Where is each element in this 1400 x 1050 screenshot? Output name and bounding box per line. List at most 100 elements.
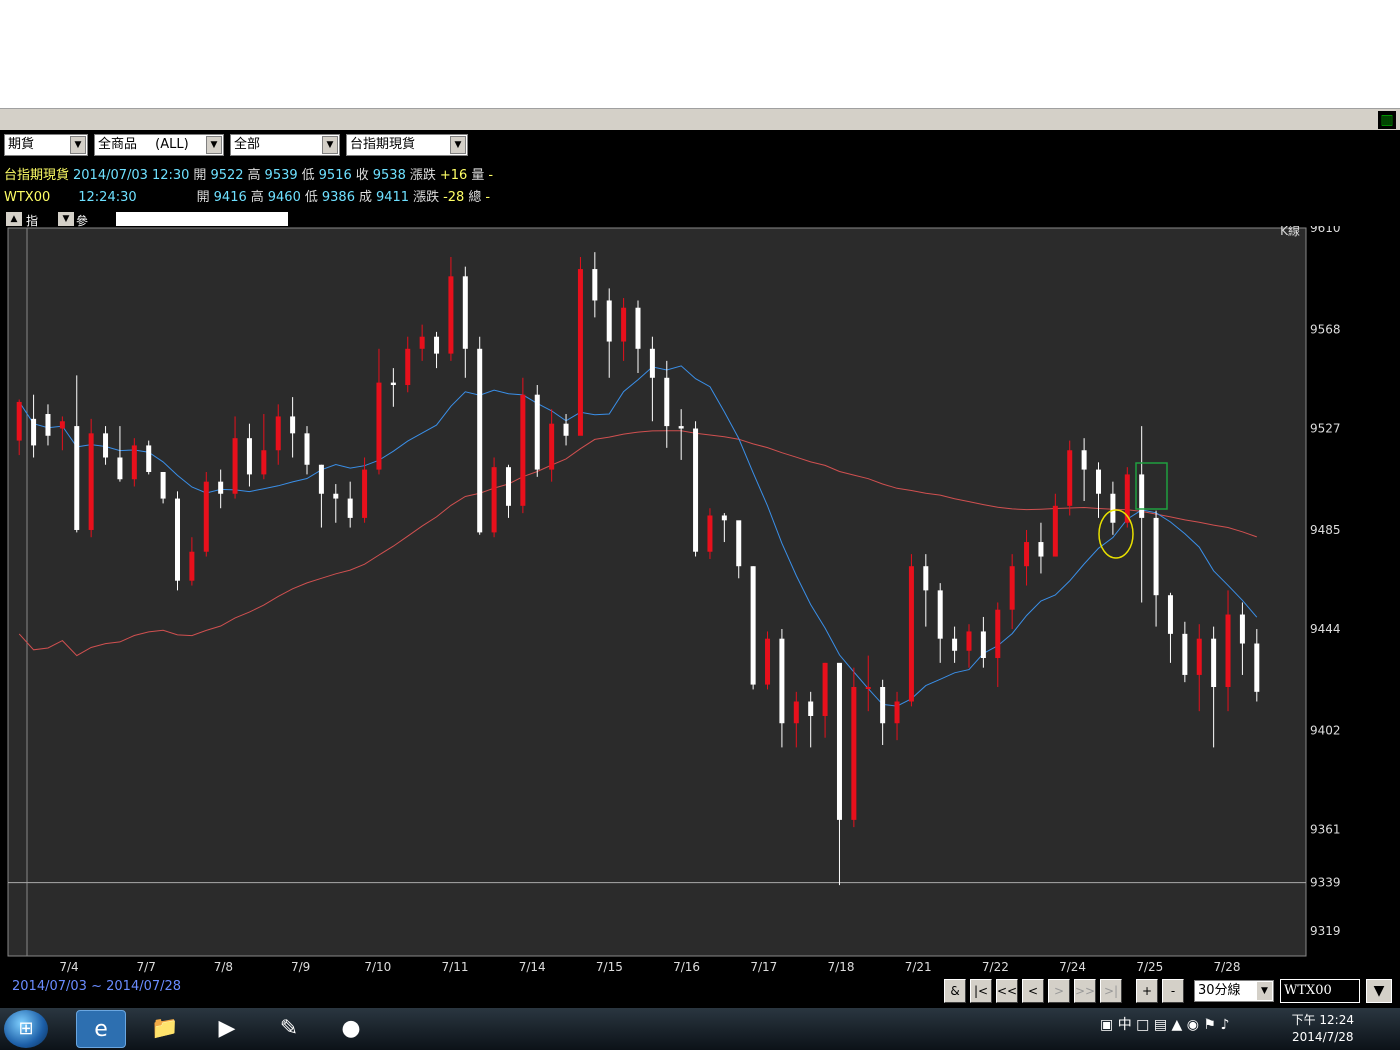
ie-icon[interactable]: e (76, 1010, 126, 1048)
product-select[interactable]: 全商品 (ALL) ▼ (94, 134, 224, 156)
candle-body (174, 498, 180, 581)
blank-area (0, 0, 1400, 108)
scope-select[interactable]: 全部 ▼ (230, 134, 340, 156)
quote-row-spot: 台指期現貨 2014/07/03 12:30 開 9522 高 9539 低 9516 收 9538… (4, 164, 497, 183)
low-label: 低 (301, 168, 315, 183)
candle-body (563, 423, 569, 436)
candlestick-chart[interactable]: K線 9610 9568 9527 9485 9444 9402 9361 9339 9319 7/… (0, 226, 1400, 1006)
x-tick-label: 7/28 (1214, 960, 1241, 974)
system-tray: ▣ 中 □ ▤ ▲ ◉ ⚑ ♪ (1100, 1014, 1229, 1034)
candle-body (851, 687, 857, 820)
line-icon[interactable]: ◉ (1187, 1017, 1199, 1033)
chevron-down-icon[interactable]: ▼ (450, 136, 466, 154)
candle-body (1182, 633, 1188, 675)
period-value: 30分線 (1198, 983, 1241, 998)
triangle-up-icon[interactable]: ▲ (6, 212, 22, 226)
start-button[interactable]: ⊞ (4, 1010, 48, 1048)
volume-value: - (485, 190, 491, 205)
network-icon[interactable]: ▤ (1154, 1017, 1167, 1033)
quote-date: 2014/07/03 (73, 168, 148, 183)
candle-body (793, 701, 799, 724)
candle-body (1009, 566, 1015, 610)
candle-body (203, 481, 209, 552)
next-button[interactable]: > (1048, 979, 1070, 1003)
next-page-button[interactable]: >> (1074, 979, 1096, 1003)
candle-body (333, 493, 339, 499)
chevron-down-icon[interactable]: ▼ (70, 136, 86, 154)
candle-body (59, 421, 65, 429)
volume-label: 總 (468, 190, 482, 205)
period-select[interactable]: 30分線 ▼ (1194, 980, 1274, 1002)
candle-body (477, 348, 483, 533)
first-button[interactable]: |< (970, 979, 992, 1003)
symbol-select[interactable]: 台指期現貨 ▼ (346, 134, 468, 156)
candle-body (649, 348, 655, 378)
x-tick-label: 7/25 (1136, 960, 1163, 974)
media-player-icon[interactable]: ▶ (202, 1010, 252, 1048)
zoom-out-button[interactable]: - (1162, 979, 1184, 1003)
code-input[interactable]: WTX00 (1280, 979, 1360, 1003)
amp-button[interactable]: & (944, 979, 966, 1003)
chevron-down-icon[interactable]: ▼ (206, 136, 222, 154)
range-from: 2014/07/03 (12, 979, 87, 994)
candle-body (664, 377, 670, 427)
quote-name: WTX00 (4, 190, 51, 205)
market-select[interactable]: 期貨 ▼ (4, 134, 88, 156)
keyboard-icon[interactable]: □ (1136, 1017, 1149, 1033)
product-select-suffix: (ALL) (155, 137, 189, 152)
quote-time: 12:24:30 (78, 190, 137, 205)
app-icon[interactable]: ✎ (264, 1010, 314, 1048)
indicator-input[interactable] (116, 212, 288, 226)
candle-body (678, 426, 684, 429)
zoom-in-button[interactable]: + (1136, 979, 1158, 1003)
candle-body (750, 566, 756, 685)
x-tick-label: 7/4 (59, 960, 78, 974)
show-hidden-icon[interactable]: ▲ (1172, 1017, 1183, 1033)
x-tick-label: 7/22 (982, 960, 1009, 974)
candle-body (448, 276, 454, 354)
flag-icon[interactable]: ⚑ (1203, 1017, 1216, 1033)
close-label: 成 (358, 190, 372, 205)
tray-app-icon[interactable]: ▣ (1100, 1017, 1113, 1033)
clock-time: 下午 12:24 (1291, 1013, 1354, 1027)
last-button[interactable]: >| (1100, 979, 1122, 1003)
candle-body (1038, 542, 1044, 557)
volume-icon[interactable]: ♪ (1220, 1017, 1229, 1033)
candle-body (218, 481, 224, 494)
candle-body (707, 515, 713, 552)
candle-body (1110, 493, 1116, 523)
messenger-icon[interactable]: ● (326, 1010, 376, 1048)
folder-icon[interactable]: 📁 (140, 1010, 190, 1048)
candle-body (362, 469, 368, 518)
candle-body (1067, 450, 1073, 506)
prev-button[interactable]: < (1022, 979, 1044, 1003)
candle-body (577, 269, 583, 436)
candle-body (131, 445, 137, 480)
close-value: 9411 (375, 190, 410, 205)
x-tick-label: 7/21 (905, 960, 932, 974)
candle-body (980, 631, 986, 659)
clock-date: 2014/7/28 (1292, 1030, 1354, 1044)
candle-body (736, 520, 742, 567)
low-value: 9516 (318, 168, 352, 183)
clock[interactable]: 下午 12:24 2014/7/28 (1292, 1012, 1354, 1046)
prev-page-button[interactable]: << (996, 979, 1018, 1003)
candle-body (45, 414, 51, 436)
ime-indicator[interactable]: 中 (1118, 1017, 1132, 1033)
change-label: 漲跌 (413, 190, 440, 205)
grid-icon[interactable]: ▥ (1378, 111, 1396, 129)
candle-body (1024, 542, 1030, 567)
triangle-down-icon[interactable]: ▼ (58, 212, 74, 226)
dropdown-arrow-icon[interactable]: ▼ (1366, 979, 1392, 1003)
x-tick-label: 7/18 (828, 960, 855, 974)
chevron-down-icon[interactable]: ▼ (1257, 982, 1272, 1000)
candle-body (1239, 614, 1245, 644)
candle-body (246, 438, 252, 475)
candle-body (836, 662, 842, 820)
plot-area (7, 227, 1307, 957)
candle-body (103, 433, 109, 458)
x-tick-label: 7/7 (137, 960, 156, 974)
chevron-down-icon[interactable]: ▼ (322, 136, 338, 154)
candle-body (908, 566, 914, 702)
candle-body (1225, 614, 1231, 688)
